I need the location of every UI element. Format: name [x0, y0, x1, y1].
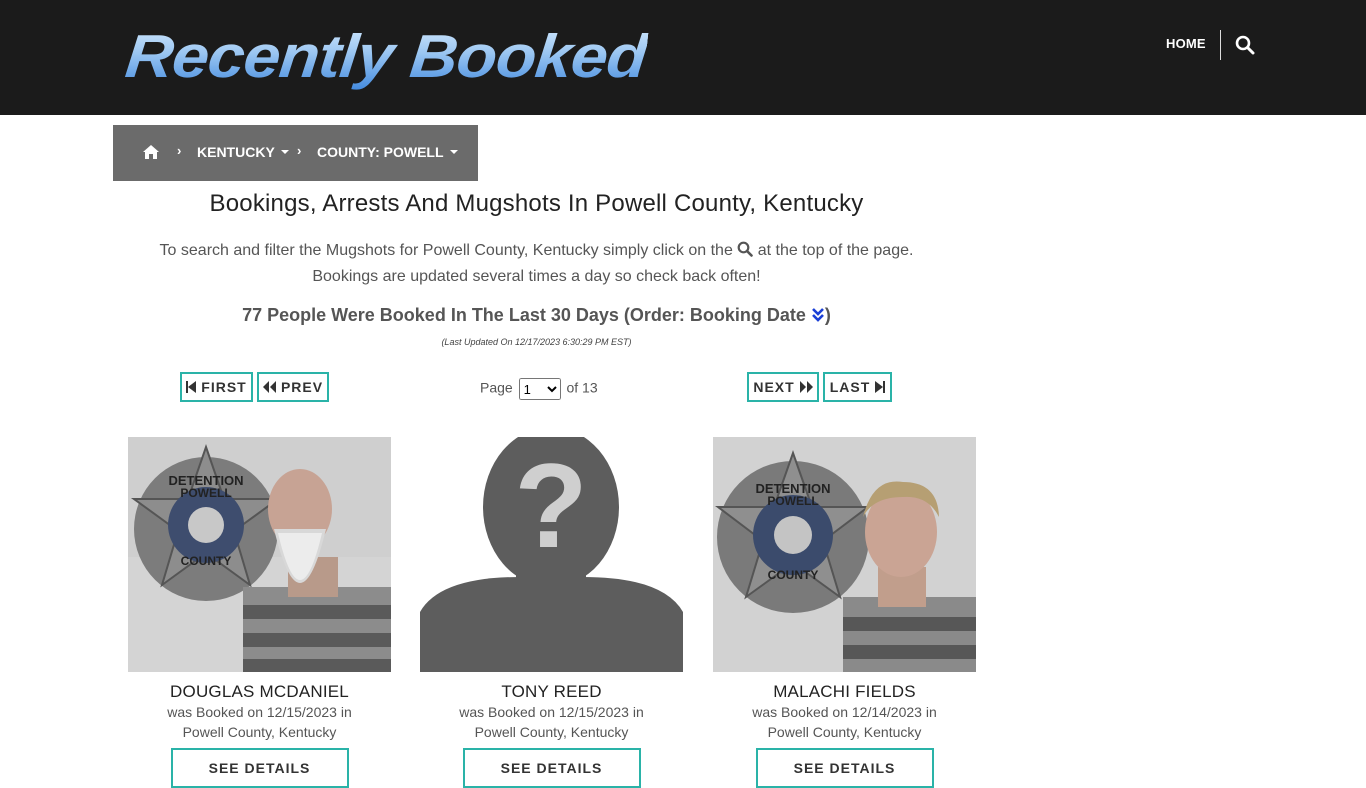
breadcrumb-county-label: COUNTY: POWELL	[317, 144, 444, 160]
person-name[interactable]: MALACHI FIELDS	[713, 682, 976, 702]
prev-page-button[interactable]: PREV	[257, 372, 329, 402]
site-header: Recently Booked HOME	[0, 0, 1366, 115]
home-icon[interactable]	[142, 144, 160, 160]
booking-location-text: Powell County, Kentucky	[182, 724, 337, 740]
intro-text-part2: at the top of the page.	[757, 242, 914, 259]
page-total-label: of 13	[566, 379, 598, 396]
last-updated: (Last Updated On 12/17/2023 6:30:29 PM E…	[441, 337, 632, 347]
site-logo[interactable]: Recently Booked	[122, 19, 650, 93]
booking-card[interactable]: DETENTION POWELL COUNTY MALACHI FIELDS w…	[713, 437, 976, 788]
page-select[interactable]: 1	[518, 378, 561, 400]
svg-text:POWELL: POWELL	[767, 494, 818, 508]
skip-first-icon	[186, 381, 197, 393]
mugshot-photo[interactable]: DETENTION POWELL COUNTY	[713, 437, 976, 672]
svg-text:?: ?	[514, 439, 587, 573]
booking-count-close: )	[824, 305, 831, 325]
page-label: Page	[480, 379, 513, 396]
mugshot-image: DETENTION POWELL COUNTY	[713, 437, 976, 672]
first-page-button[interactable]: FIRST	[180, 372, 253, 402]
booking-location-text: Powell County, Kentucky	[474, 724, 629, 740]
breadcrumb-state-dropdown[interactable]: KENTUCKY	[197, 144, 289, 160]
see-details-button[interactable]: SEE DETAILS	[170, 748, 349, 788]
nav-divider	[1220, 30, 1221, 60]
booking-date-text: was Booked on 12/14/2023 in	[752, 704, 937, 720]
search-icon[interactable]	[1235, 35, 1255, 55]
see-details-button[interactable]: SEE DETAILS	[755, 748, 934, 788]
mugshot-image: DETENTION POWELL COUNTY	[128, 437, 391, 672]
search-icon	[737, 241, 754, 257]
booking-count-text: 77 People Were Booked In The Last 30 Day…	[242, 305, 806, 325]
svg-text:COUNTY: COUNTY	[181, 554, 232, 568]
intro-text: To search and filter the Mugshots for Po…	[113, 238, 960, 290]
person-name[interactable]: TONY REED	[420, 682, 683, 702]
intro-text-line2: Bookings are updated several times a day…	[312, 268, 761, 285]
mugshot-photo[interactable]: DETENTION POWELL COUNTY	[128, 437, 391, 672]
mugshot-photo[interactable]: ?	[420, 437, 683, 672]
booking-count-heading: 77 People Were Booked In The Last 30 Day…	[113, 305, 960, 326]
last-page-label: LAST	[829, 379, 871, 395]
caret-down-icon	[280, 150, 289, 155]
skip-last-icon	[875, 381, 886, 393]
caret-down-icon	[449, 150, 458, 155]
chevron-right-icon: ›	[177, 143, 182, 158]
next-page-label: NEXT	[753, 379, 795, 395]
no-photo-placeholder-icon: ?	[420, 437, 683, 672]
breadcrumb-state-label: KENTUCKY	[197, 144, 275, 160]
last-page-button[interactable]: LAST	[823, 372, 892, 402]
booking-card[interactable]: ? TONY REED was Booked on 12/15/2023 in …	[420, 437, 683, 788]
page-title: Bookings, Arrests And Mugshots In Powell…	[209, 190, 864, 217]
chevron-right-icon: ›	[297, 143, 302, 158]
booking-card[interactable]: DETENTION POWELL COUNTY DOUGLAS MCDANIEL…	[128, 437, 391, 788]
svg-text:COUNTY: COUNTY	[768, 568, 819, 582]
person-name[interactable]: DOUGLAS MCDANIEL	[128, 682, 391, 702]
svg-text:POWELL: POWELL	[180, 486, 231, 500]
nav-home-link[interactable]: HOME	[1166, 36, 1206, 51]
booking-date-text: was Booked on 12/15/2023 in	[459, 704, 644, 720]
next-page-button[interactable]: NEXT	[747, 372, 819, 402]
breadcrumb: › KENTUCKY › COUNTY: POWELL	[113, 125, 478, 181]
booking-date-text: was Booked on 12/15/2023 in	[167, 704, 352, 720]
fast-forward-icon	[799, 381, 813, 393]
prev-page-label: PREV	[280, 379, 324, 395]
first-page-label: FIRST	[201, 379, 247, 395]
rewind-icon	[262, 381, 276, 393]
breadcrumb-county-dropdown[interactable]: COUNTY: POWELL	[317, 144, 458, 160]
see-details-button[interactable]: SEE DETAILS	[462, 748, 641, 788]
booking-location-text: Powell County, Kentucky	[767, 724, 922, 740]
sort-desc-icon[interactable]	[811, 307, 825, 323]
intro-text-part1: To search and filter the Mugshots for Po…	[159, 242, 733, 259]
page-selector: Page 1 of 13	[480, 378, 598, 400]
